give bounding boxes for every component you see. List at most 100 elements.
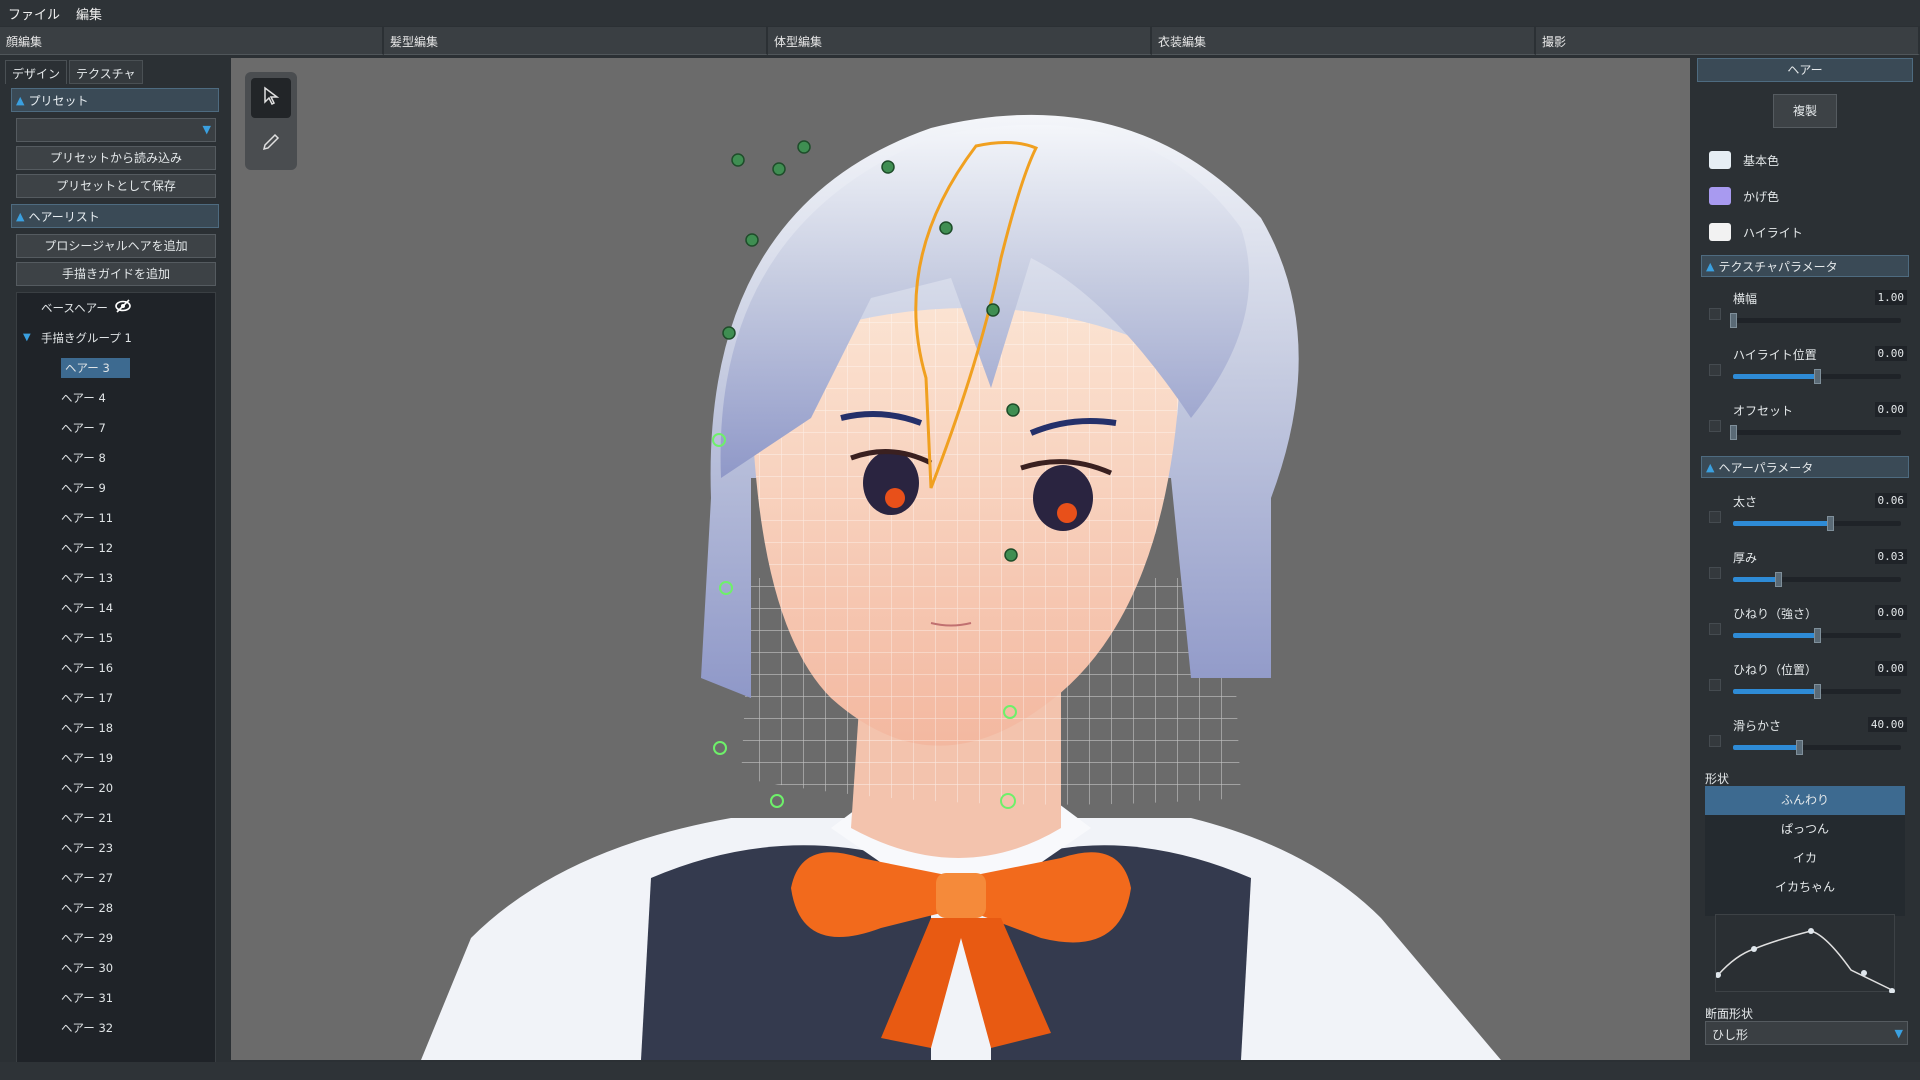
tree-item-hair[interactable]: ヘアー 32: [17, 1013, 215, 1043]
param-slider[interactable]: [1733, 740, 1901, 755]
add-procedural-hair-button[interactable]: プロシージャルヘアを追加: [16, 234, 216, 258]
slider-fill: [1733, 689, 1817, 694]
3d-viewport[interactable]: [231, 58, 1690, 1060]
slider-handle[interactable]: [1795, 740, 1803, 755]
tree-item-hair[interactable]: ヘアー 31: [17, 983, 215, 1013]
slider-handle[interactable]: [1775, 572, 1783, 587]
tree-item-hair[interactable]: ヘアー 28: [17, 893, 215, 923]
hair-item-label: ヘアー 23: [61, 841, 114, 855]
param-checkbox[interactable]: [1709, 735, 1721, 747]
tree-item-hair[interactable]: ヘアー 12: [17, 533, 215, 563]
texture-params-header[interactable]: ▲ テクスチャパラメータ: [1701, 255, 1909, 277]
slider-handle[interactable]: [1827, 516, 1835, 531]
duplicate-button[interactable]: 複製: [1773, 94, 1837, 128]
param-label: 太さ: [1733, 495, 1758, 509]
tree-item-base-hair[interactable]: ベースヘアー: [17, 293, 215, 323]
param-value[interactable]: 0.06: [1874, 493, 1907, 508]
chevron-down-icon: ▼: [202, 123, 211, 136]
param-value[interactable]: 1.00: [1874, 290, 1907, 305]
param-slider[interactable]: [1733, 516, 1901, 531]
preset-section-header[interactable]: ▲ プリセット: [11, 88, 219, 112]
highlight-color-swatch[interactable]: [1709, 223, 1731, 241]
color-base[interactable]: 基本色: [1709, 149, 1779, 171]
shape-option-pattsun[interactable]: ぱっつん: [1705, 815, 1905, 844]
param-slider[interactable]: [1730, 425, 1901, 440]
save-preset-button[interactable]: プリセットとして保存: [16, 174, 216, 198]
tree-item-hair[interactable]: ヘアー 20: [17, 773, 215, 803]
slider-handle[interactable]: [1814, 684, 1821, 699]
color-highlight[interactable]: ハイライト: [1709, 221, 1803, 243]
tree-item-hair[interactable]: ヘアー 29: [17, 923, 215, 953]
shape-curve-editor[interactable]: [1715, 914, 1895, 994]
tree-item-hair[interactable]: ヘアー 11: [17, 503, 215, 533]
load-preset-button[interactable]: プリセットから読み込み: [16, 146, 216, 170]
tab-body[interactable]: 体型編集: [768, 27, 1152, 55]
tree-item-hair[interactable]: ヘアー 13: [17, 563, 215, 593]
menu-file[interactable]: ファイル: [0, 4, 68, 23]
param-row: 太さ 0.06: [1709, 493, 1907, 543]
slider-handle[interactable]: [1814, 628, 1821, 643]
param-row: ひねり（強さ） 0.00: [1709, 605, 1907, 655]
tree-item-hair[interactable]: ヘアー 16: [17, 653, 215, 683]
tree-item-hair[interactable]: ヘアー 8: [17, 443, 215, 473]
tree-item-hair[interactable]: ヘアー 15: [17, 623, 215, 653]
param-slider[interactable]: [1733, 369, 1901, 384]
slider-handle[interactable]: [1814, 369, 1821, 384]
param-checkbox[interactable]: [1709, 567, 1721, 579]
hair-item-label: ヘアー 4: [61, 391, 106, 405]
tree-item-hair[interactable]: ヘアー 21: [17, 803, 215, 833]
select-tool-button[interactable]: [251, 78, 291, 118]
param-checkbox[interactable]: [1709, 308, 1721, 320]
tree-item-hair[interactable]: ヘアー 7: [17, 413, 215, 443]
draw-tool-button[interactable]: [251, 124, 291, 164]
shape-option-ikachan[interactable]: イカちゃん: [1705, 873, 1905, 902]
param-value[interactable]: 0.00: [1874, 605, 1907, 620]
param-value[interactable]: 0.00: [1874, 346, 1907, 361]
param-slider[interactable]: [1733, 684, 1901, 699]
param-value[interactable]: 0.03: [1874, 549, 1907, 564]
color-shadow[interactable]: かげ色: [1709, 185, 1779, 207]
param-value[interactable]: 0.00: [1874, 661, 1907, 676]
param-row: ハイライト位置 0.00: [1709, 346, 1907, 396]
preset-dropdown[interactable]: ▼: [16, 118, 216, 142]
tree-item-hair[interactable]: ヘアー 30: [17, 953, 215, 983]
tree-item-group[interactable]: ▼ 手描きグループ 1: [17, 323, 215, 353]
param-value[interactable]: 0.00: [1874, 402, 1907, 417]
hairlist-section-header[interactable]: ▲ ヘアーリスト: [11, 204, 219, 228]
tree-item-hair[interactable]: ヘアー 3: [17, 353, 215, 383]
tab-photo[interactable]: 撮影: [1536, 27, 1920, 55]
tree-item-hair[interactable]: ヘアー 27: [17, 863, 215, 893]
param-slider[interactable]: [1730, 313, 1901, 328]
param-value[interactable]: 40.00: [1867, 717, 1907, 732]
param-slider[interactable]: [1733, 572, 1901, 587]
param-slider[interactable]: [1733, 628, 1901, 643]
tree-item-hair[interactable]: ヘアー 4: [17, 383, 215, 413]
shape-option-funwari[interactable]: ふんわり: [1705, 786, 1905, 815]
cross-section-dropdown[interactable]: ひし形 ▼: [1705, 1021, 1908, 1045]
param-checkbox[interactable]: [1709, 679, 1721, 691]
subtab-design[interactable]: デザイン: [5, 60, 68, 84]
base-color-swatch[interactable]: [1709, 151, 1731, 169]
param-checkbox[interactable]: [1709, 420, 1721, 432]
hair-params-header[interactable]: ▲ ヘアーパラメータ: [1701, 456, 1909, 478]
slider-handle[interactable]: [1730, 313, 1737, 328]
slider-handle[interactable]: [1730, 425, 1737, 440]
tab-hairstyle[interactable]: 髪型編集: [384, 27, 768, 55]
tree-item-hair[interactable]: ヘアー 17: [17, 683, 215, 713]
shadow-color-swatch[interactable]: [1709, 187, 1731, 205]
tab-costume[interactable]: 衣装編集: [1152, 27, 1536, 55]
param-checkbox[interactable]: [1709, 623, 1721, 635]
subtab-texture[interactable]: テクスチャ: [69, 60, 143, 84]
param-checkbox[interactable]: [1709, 364, 1721, 376]
tree-item-hair[interactable]: ヘアー 14: [17, 593, 215, 623]
shape-option-ika[interactable]: イカ: [1705, 844, 1905, 873]
tree-item-hair[interactable]: ヘアー 23: [17, 833, 215, 863]
tree-item-hair[interactable]: ヘアー 18: [17, 713, 215, 743]
tree-item-hair[interactable]: ヘアー 19: [17, 743, 215, 773]
add-guide-button[interactable]: 手描きガイドを追加: [16, 262, 216, 286]
eye-off-icon[interactable]: [114, 294, 132, 324]
tree-item-hair[interactable]: ヘアー 9: [17, 473, 215, 503]
tab-face[interactable]: 顔編集: [0, 27, 384, 55]
menu-edit[interactable]: 編集: [68, 4, 110, 23]
param-checkbox[interactable]: [1709, 511, 1721, 523]
